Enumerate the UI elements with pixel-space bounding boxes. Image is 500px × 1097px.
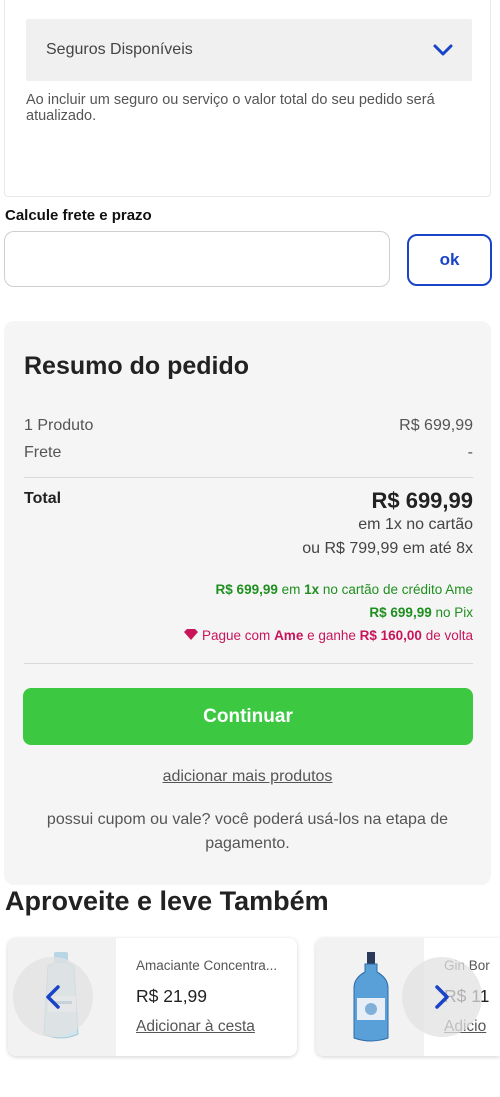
ame-credit-price: R$ 699,99 <box>215 582 278 597</box>
add-more-products-link[interactable]: adicionar mais produtos <box>4 768 491 786</box>
freight-title: Calcule frete e prazo <box>5 207 152 224</box>
installment-alt: ou R$ 799,99 em até 8x <box>302 540 473 557</box>
add-to-cart-link[interactable]: Adicionar à cesta <box>136 1018 255 1036</box>
pix-price: R$ 699,99 <box>369 605 432 620</box>
carousel-next-button[interactable] <box>402 957 482 1037</box>
cashback-amount: R$ 160,00 <box>359 628 422 643</box>
order-summary: Resumo do pedido 1 Produto R$ 699,99 Fre… <box>4 321 491 885</box>
chevron-down-icon <box>433 44 453 56</box>
ame-credit-text: em <box>277 582 305 597</box>
recommendations-title: Aproveite e leve Também <box>5 886 329 916</box>
cashback-text3: de volta <box>421 628 473 643</box>
coupon-note: possui cupom ou vale? você poderá usá-lo… <box>46 811 449 852</box>
products-row: 1 Produto R$ 699,99 <box>24 417 473 435</box>
insurance-select[interactable]: Seguros Disponíveis <box>26 19 472 81</box>
pix-text: no Pix <box>431 605 473 620</box>
ame-credit-times: 1x <box>304 582 320 597</box>
product-price: R$ 21,99 <box>136 986 208 1006</box>
freight-value: - <box>467 444 473 461</box>
cashback-text2: e ganhe <box>303 628 360 643</box>
ame-credit-line: R$ 699,99 em 1x no cartão de crédito Ame <box>216 582 473 597</box>
chevron-right-icon <box>435 985 449 1009</box>
total-label: Total <box>24 490 62 507</box>
ame-credit-text2: no cartão de crédito Ame <box>319 582 473 597</box>
continue-button[interactable]: Continuar <box>23 688 473 745</box>
product-name: Amaciante Concentra... <box>136 958 278 973</box>
ok-button[interactable]: ok <box>407 234 492 286</box>
insurance-card: Seguros Disponíveis Ao incluir um seguro… <box>4 0 491 197</box>
summary-title: Resumo do pedido <box>24 352 249 380</box>
divider <box>24 663 473 664</box>
cashback-text1: Pague com <box>202 628 275 643</box>
insurance-select-label: Seguros Disponíveis <box>46 41 193 58</box>
heart-icon <box>184 629 199 640</box>
installment-card: em 1x no cartão <box>358 516 473 533</box>
divider <box>24 477 473 478</box>
freight-label: Frete <box>24 444 62 461</box>
chevron-left-icon <box>46 985 60 1009</box>
products-label: 1 Produto <box>24 417 94 434</box>
cashback-line: Pague com Ame e ganhe R$ 160,00 de volta <box>183 628 473 643</box>
pix-line: R$ 699,99 no Pix <box>369 605 473 620</box>
products-value: R$ 699,99 <box>399 417 473 434</box>
freight-row: Frete - <box>24 444 473 462</box>
carousel-prev-button[interactable] <box>13 957 93 1037</box>
insurance-note: Ao incluir um seguro ou serviço o valor … <box>26 92 435 124</box>
cashback-brand: Ame <box>274 628 304 643</box>
cep-input[interactable] <box>4 231 390 287</box>
total-value: R$ 699,99 <box>371 488 473 513</box>
